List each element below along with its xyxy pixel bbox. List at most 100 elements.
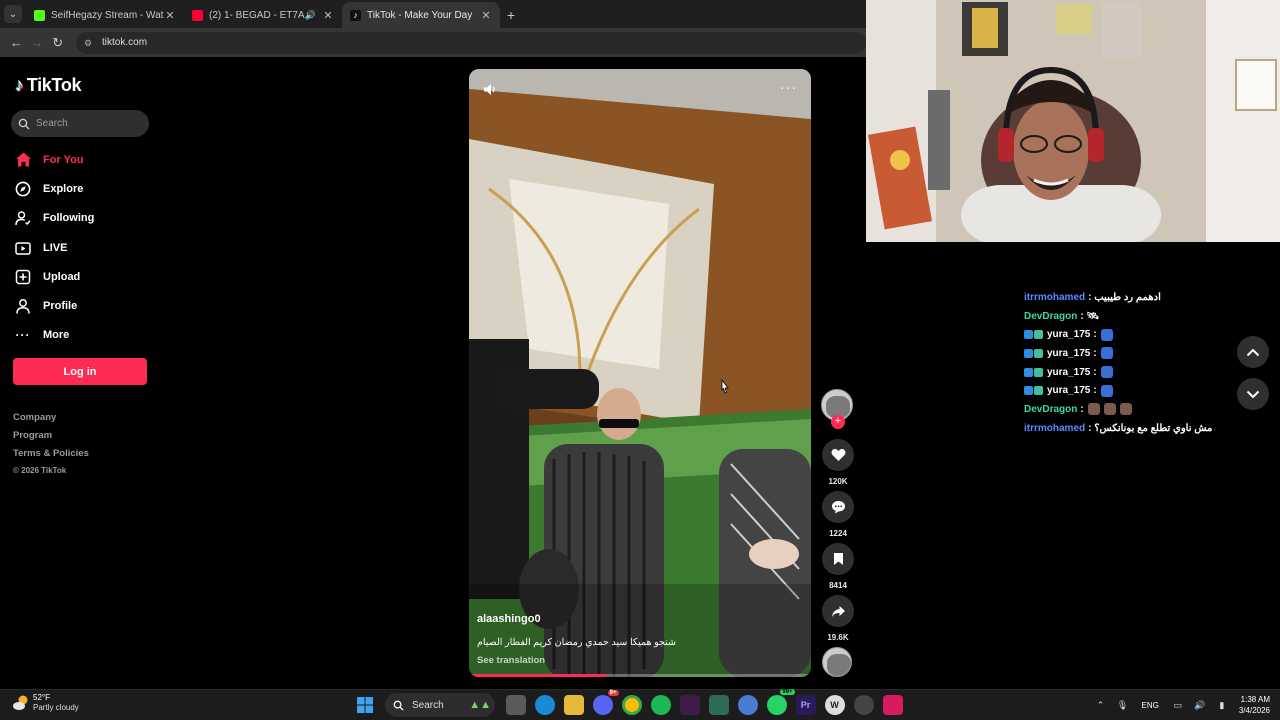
- see-translation-link[interactable]: See translation: [477, 655, 545, 666]
- login-button[interactable]: Log in: [13, 358, 147, 385]
- notes-icon[interactable]: [708, 695, 729, 715]
- forward-icon[interactable]: →: [27, 35, 48, 50]
- next-video-button[interactable]: [1237, 378, 1269, 410]
- search-input[interactable]: Search: [11, 110, 149, 137]
- battery-icon[interactable]: ▮: [1215, 698, 1229, 712]
- video-author[interactable]: alaashingo0: [477, 613, 541, 625]
- copyright-text: © 2026 TikTok: [13, 466, 67, 475]
- address-bar[interactable]: ⚙ tiktok.com: [76, 31, 866, 54]
- music-disc[interactable]: [822, 647, 854, 677]
- share-action[interactable]: 19.6K: [822, 595, 854, 642]
- chat-separator: :: [1093, 347, 1097, 359]
- emote-icon: [1119, 403, 1132, 416]
- tab-title: SeifHegazy Stream - Watch Live: [51, 9, 164, 21]
- chat-username: itrrmohamed: [1024, 291, 1086, 303]
- compass-icon: [14, 180, 32, 198]
- chat-text: مش ناوي تطلع مع بونانكس؟: [1094, 422, 1213, 434]
- chrome-icon[interactable]: [621, 695, 642, 715]
- chat-username: yura_175: [1047, 329, 1091, 341]
- chat-username: DevDragon: [1024, 310, 1078, 322]
- tab-search-button[interactable]: ⌄: [4, 5, 22, 23]
- save-action[interactable]: 8414: [822, 543, 854, 590]
- spotify-icon[interactable]: [650, 695, 671, 715]
- taskbar-search-label: Search: [412, 699, 444, 711]
- youtube-favicon-icon: [192, 9, 203, 21]
- footer-link-terms[interactable]: Terms & Policies: [13, 448, 89, 466]
- close-icon[interactable]: ✕: [480, 9, 492, 22]
- tab-kick[interactable]: SeifHegazy Stream - Watch Live ✕: [26, 2, 184, 28]
- more-options-icon[interactable]: ···: [780, 79, 797, 95]
- network-icon[interactable]: ▭: [1171, 698, 1185, 712]
- sidebar-item-profile[interactable]: Profile: [14, 291, 94, 320]
- save-count: 8414: [829, 581, 847, 590]
- following-icon: [14, 209, 32, 227]
- premiere-icon[interactable]: Pr: [795, 695, 816, 715]
- clock[interactable]: 1:38 AM 3/4/2026: [1239, 694, 1270, 716]
- screen: ⌄ SeifHegazy Stream - Watch Live ✕ (2) 1…: [0, 0, 1280, 720]
- tab-tiktok[interactable]: ♪ TikTok - Make Your Day ✕: [342, 2, 500, 28]
- word-app-icon[interactable]: W: [824, 695, 845, 715]
- chevron-down-icon: ⌄: [8, 8, 18, 20]
- input-language[interactable]: ENG: [1142, 701, 1159, 710]
- weather-widget[interactable]: 52°F Partly cloudy: [12, 693, 79, 713]
- follow-plus-icon[interactable]: +: [831, 415, 845, 429]
- chat-username: itrrmohamed: [1024, 422, 1086, 434]
- taskbar-search[interactable]: Search ▲▲: [385, 693, 495, 717]
- heart-icon[interactable]: [822, 439, 854, 471]
- video-player[interactable]: ··· alaashingo0 شنجو هميكا سيد حمدي رمضا…: [469, 69, 811, 677]
- speaker-icon[interactable]: 🔊: [305, 10, 316, 21]
- tab-youtube[interactable]: (2) 1- BEGAD - ET7AD EL ASH2 🔊 ✕: [184, 2, 342, 28]
- task-view-icon[interactable]: [505, 695, 526, 715]
- bookmark-icon[interactable]: [822, 543, 854, 575]
- sidebar-item-label: LIVE: [43, 241, 68, 254]
- video-editor-icon[interactable]: [679, 695, 700, 715]
- sidebar-item-explore[interactable]: Explore: [14, 174, 94, 203]
- like-action[interactable]: 120K: [822, 439, 854, 486]
- sidebar-item-upload[interactable]: Upload: [14, 262, 94, 291]
- volume-icon[interactable]: 🔊: [1193, 698, 1207, 712]
- obs-icon[interactable]: [853, 695, 874, 715]
- stream-chat: itrrmohamed : ادهمم رد طيبيب DevDragon :…: [1024, 288, 1224, 438]
- music-avatar[interactable]: [822, 647, 852, 677]
- back-icon[interactable]: ←: [6, 35, 27, 50]
- browser-app-icon[interactable]: [737, 695, 758, 715]
- close-icon[interactable]: ✕: [322, 9, 334, 22]
- comment-action[interactable]: 1224: [822, 491, 854, 538]
- footer-link-company[interactable]: Company: [13, 412, 89, 430]
- footer-link-program[interactable]: Program: [13, 430, 89, 448]
- search-highlight-icon: ▲▲: [469, 699, 491, 711]
- edge-icon[interactable]: [534, 695, 555, 715]
- previous-video-button[interactable]: [1237, 336, 1269, 368]
- close-icon[interactable]: ✕: [164, 9, 176, 22]
- new-tab-button[interactable]: +: [500, 7, 522, 23]
- sidebar-item-live[interactable]: LIVE: [14, 233, 94, 262]
- sidebar-item-following[interactable]: Following: [14, 204, 94, 233]
- pinned-app-icon[interactable]: [882, 695, 903, 715]
- mouse-cursor-icon: [721, 379, 729, 394]
- sidebar-item-for-you[interactable]: For You: [14, 145, 94, 174]
- discord-icon[interactable]: 9+: [592, 690, 619, 715]
- comment-icon[interactable]: [822, 491, 854, 523]
- file-explorer-icon[interactable]: [563, 695, 584, 715]
- search-icon: [18, 118, 30, 129]
- reload-icon[interactable]: ↻: [47, 35, 68, 51]
- more-icon: ···: [15, 328, 31, 343]
- sidebar-item-more[interactable]: ··· More: [14, 321, 94, 350]
- chat-badge-icon: [1034, 330, 1043, 340]
- chevron-up-icon[interactable]: ⌃: [1094, 698, 1108, 712]
- chat-message: yura_175 :: [1024, 344, 1224, 363]
- chat-separator: :: [1093, 366, 1097, 378]
- tab-title: (2) 1- BEGAD - ET7AD EL ASH2: [209, 9, 305, 21]
- video-action-rail: + 120K 1224 8414 19.6K: [821, 389, 855, 677]
- emote-icon: [1100, 384, 1113, 397]
- weather-temp: 52°F: [33, 693, 50, 702]
- site-info-icon[interactable]: ⚙: [84, 38, 94, 48]
- tiktok-logo[interactable]: ♪ TikTok: [15, 75, 82, 96]
- share-icon[interactable]: [822, 595, 854, 627]
- video-progress-bar[interactable]: [469, 674, 811, 677]
- whatsapp-icon[interactable]: 99+: [766, 689, 795, 715]
- windows-taskbar: 52°F Partly cloudy Search ▲▲ 9+ 99+ Pr W…: [0, 689, 1280, 720]
- microphone-icon[interactable]: 🎙: [1116, 698, 1130, 712]
- windows-start-icon[interactable]: [355, 695, 375, 715]
- emote-icon: [1100, 347, 1113, 360]
